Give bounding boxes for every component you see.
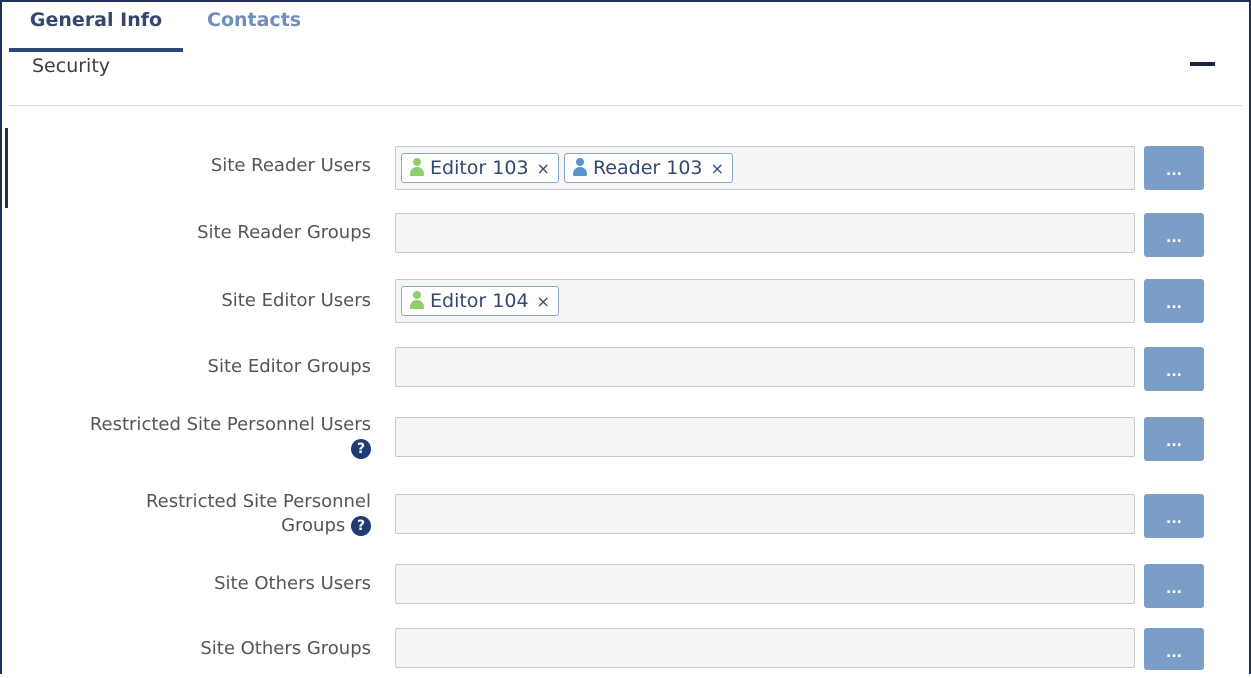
user-icon: [572, 158, 587, 176]
tab-contacts[interactable]: Contacts: [207, 2, 301, 48]
section-divider: [9, 105, 1242, 106]
tab-general-info[interactable]: General Info: [9, 2, 183, 52]
field-label: Restricted Site Personnel Groups ?: [41, 490, 371, 538]
site-reader-groups-field[interactable]: [395, 213, 1135, 253]
picker-button[interactable]: ...: [1144, 564, 1204, 608]
site-others-users-field[interactable]: [395, 564, 1135, 604]
picker-button[interactable]: ...: [1144, 146, 1204, 190]
chip-label: Editor 103: [430, 157, 529, 179]
restricted-site-personnel-groups-field[interactable]: [395, 494, 1135, 534]
remove-chip-icon[interactable]: ×: [711, 159, 724, 178]
picker-button[interactable]: ...: [1144, 494, 1204, 538]
help-icon[interactable]: ?: [351, 516, 371, 536]
field-label: Site Others Groups: [200, 638, 371, 659]
picker-button[interactable]: ...: [1144, 628, 1204, 670]
remove-chip-icon[interactable]: ×: [537, 292, 550, 311]
picker-button[interactable]: ...: [1144, 279, 1204, 323]
field-label: Site Editor Users: [221, 290, 371, 311]
field-label: Site Reader Groups: [197, 222, 371, 243]
side-accent-bar: [5, 128, 8, 208]
picker-button[interactable]: ...: [1144, 347, 1204, 391]
user-chip[interactable]: Reader 103 ×: [563, 153, 733, 183]
field-label-text: Restricted Site Personnel: [145, 491, 371, 512]
chip-label: Reader 103: [592, 157, 703, 179]
picker-button[interactable]: ...: [1144, 213, 1204, 257]
chip-label: Editor 104: [430, 290, 529, 312]
remove-chip-icon[interactable]: ×: [537, 159, 550, 178]
field-label-text: Restricted Site Personnel Users: [89, 414, 371, 435]
user-chip[interactable]: Editor 104 ×: [401, 286, 559, 316]
restricted-site-personnel-users-field[interactable]: [395, 417, 1135, 457]
picker-button[interactable]: ...: [1144, 417, 1204, 461]
field-label: Site Editor Groups: [207, 356, 371, 377]
section-title: Security: [32, 55, 111, 77]
site-reader-users-field[interactable]: Editor 103 × Reader 103 ×: [395, 146, 1135, 190]
site-editor-groups-field[interactable]: [395, 347, 1135, 387]
user-icon: [410, 291, 424, 309]
user-chip[interactable]: Editor 103 ×: [401, 153, 559, 183]
site-editor-users-field[interactable]: Editor 104 ×: [395, 279, 1135, 323]
user-icon: [410, 158, 424, 176]
field-label: Site Others Users: [214, 573, 371, 594]
field-label: Site Reader Users: [210, 155, 371, 176]
field-label: Restricted Site Personnel Users ?: [41, 413, 371, 461]
minus-icon[interactable]: [1190, 62, 1215, 66]
field-label-text: Groups: [281, 515, 346, 536]
help-icon[interactable]: ?: [351, 439, 371, 459]
site-others-groups-field[interactable]: [395, 628, 1135, 668]
